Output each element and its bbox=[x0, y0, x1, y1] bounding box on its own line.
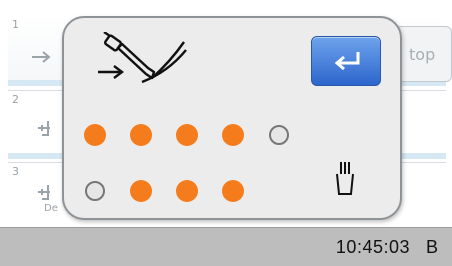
row-number: 3 bbox=[12, 165, 19, 178]
back-button[interactable] bbox=[311, 36, 381, 86]
status-dot-on bbox=[222, 124, 244, 146]
chair-adjust-icon bbox=[38, 185, 50, 200]
chair-adjust-icon bbox=[38, 121, 50, 136]
arrow-right-icon bbox=[32, 51, 51, 63]
cup-filler-icon[interactable] bbox=[334, 160, 356, 196]
status-dot-on bbox=[176, 124, 198, 146]
status-indicator: B bbox=[425, 237, 438, 257]
status-dot-on bbox=[130, 124, 152, 146]
return-arrow-icon bbox=[334, 52, 360, 71]
row-subtitle: De bbox=[44, 203, 58, 214]
dental-unit-screen: 1 2 3 De top 10:45:03 B bbox=[0, 0, 452, 266]
status-dot-off bbox=[269, 125, 289, 145]
status-dot-on bbox=[130, 180, 152, 202]
status-dot-on bbox=[84, 124, 106, 146]
handpiece-popup bbox=[62, 16, 402, 220]
clock: 10:45:03 bbox=[335, 237, 410, 257]
status-bar: 10:45:03 B bbox=[0, 227, 452, 266]
status-dot-off bbox=[85, 181, 105, 201]
handpiece-icon bbox=[98, 32, 187, 84]
status-dot-on bbox=[222, 180, 244, 202]
stop-button-label: top bbox=[409, 45, 436, 64]
row-number: 2 bbox=[12, 93, 19, 106]
status-dot-on bbox=[176, 180, 198, 202]
row-number: 1 bbox=[12, 18, 19, 31]
